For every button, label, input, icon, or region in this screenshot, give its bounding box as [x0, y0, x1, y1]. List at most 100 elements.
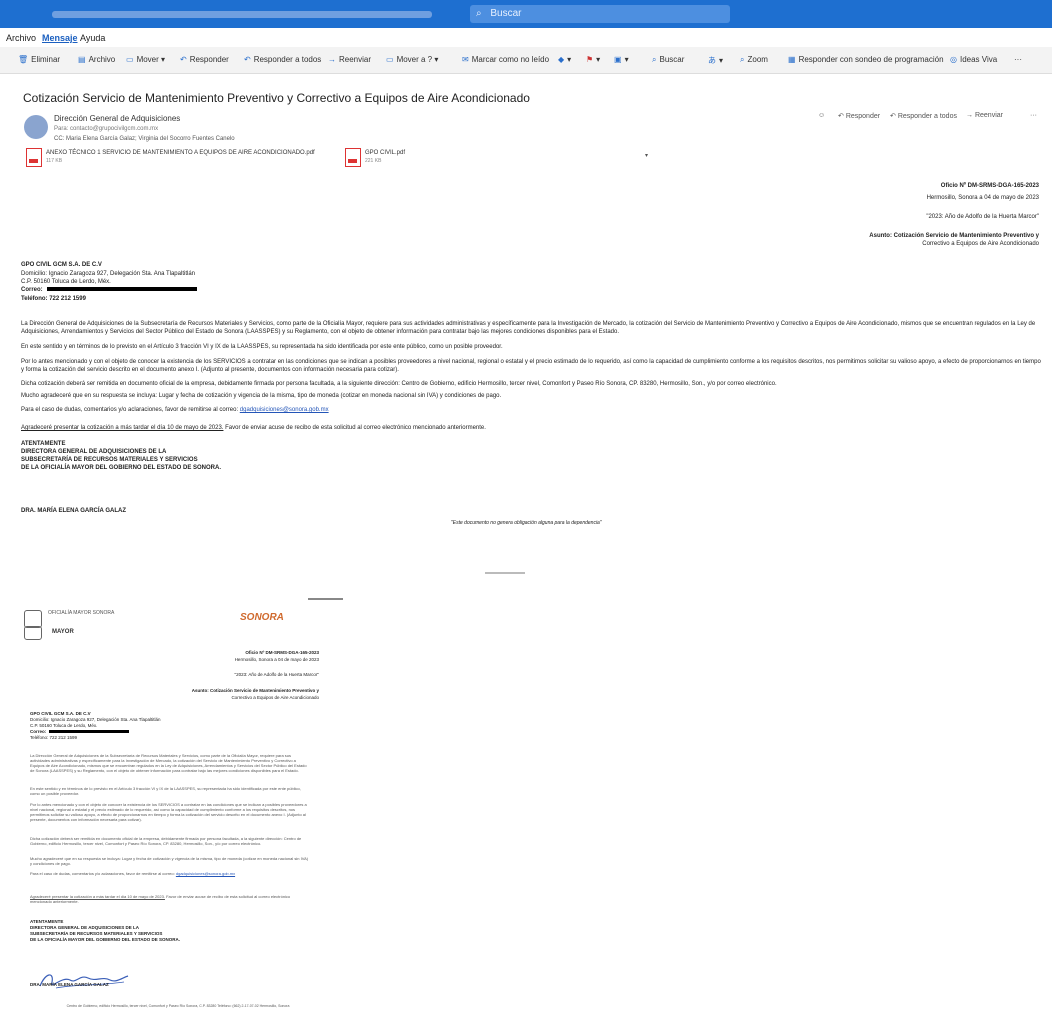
scan-footer-address: Centro de Gobierno, edificio Hermosillo,…: [66, 1004, 290, 1008]
scan-paragraph-2: En este sentido y en términos de lo prev…: [30, 786, 301, 796]
logo-mayor: MAYOR: [52, 629, 74, 635]
reply-all-icon: ↶: [244, 55, 251, 64]
archive-icon: ▤: [78, 55, 86, 64]
horizontal-scrollbar[interactable]: [485, 572, 525, 574]
paragraph-3: Por lo antes mencionado y con el objeto …: [21, 359, 1041, 373]
paragraph-6: Para el caso de dudas, comentarios y/o a…: [21, 407, 329, 413]
mark-unread-button[interactable]: ✉ Marcar como no leído: [462, 55, 549, 64]
attachment-size: 221 KB: [365, 158, 382, 164]
address-line-2: C.P. 50160 Toluca de Lerdo, Méx.: [21, 279, 111, 285]
company-name: GPO CIVIL GCM S.A. DE C.V: [21, 262, 102, 268]
asunto-line-1: Asunto: Cotización Servicio de Mantenimi…: [869, 233, 1039, 239]
forward-icon: →: [328, 55, 336, 64]
emoji-icon[interactable]: ☺: [818, 112, 825, 119]
search-icon: ⌕: [652, 55, 657, 64]
msg-reply-button[interactable]: ↶ Responder: [838, 112, 880, 120]
attachment-name: ANEXO TÉCNICO 1 SERVICIO DE MANTENIMIENT…: [46, 150, 315, 156]
scan-email: Correo:: [30, 729, 130, 734]
policy-button[interactable]: ▣ ▾: [614, 55, 629, 64]
msg-reply-all-button[interactable]: ↶ Responder a todos: [890, 112, 957, 120]
attachment-name: GPO CIVIL.pdf: [365, 150, 406, 156]
translate-button[interactable]: あ ▾: [708, 55, 723, 66]
scan-sign-3: SUBSECRETARÍA DE RECURSOS MATERIALES Y S…: [30, 931, 163, 936]
menu-message[interactable]: Mensaje: [42, 33, 78, 43]
avatar: [24, 115, 48, 139]
search-button[interactable]: ⌕ Buscar: [652, 55, 684, 65]
logo-text: OFICIALÍA MAYOR SONORA: [48, 610, 115, 616]
search-icon: ⌕: [476, 8, 482, 19]
msg-more-icon[interactable]: ···: [1030, 112, 1037, 119]
reply-icon: ↶: [180, 55, 187, 64]
sonora-logo: SONORA: [240, 612, 284, 623]
scan-paragraph-1: La Dirección General de Adquisiciones de…: [30, 753, 307, 773]
paragraph-1: La Dirección General de Adquisiciones de…: [21, 321, 1036, 335]
move-to-button[interactable]: ▭ Mover a ? ▾: [386, 55, 438, 64]
scan-address-1: Domicilio: Ignacio Zaragoza 927, Delegac…: [30, 717, 161, 722]
redacted-block: [49, 730, 130, 734]
redacted-block: [46, 287, 197, 292]
place-date: Hermosillo, Sonora a 04 de mayo de 2023: [926, 195, 1039, 201]
scan-motto: "2023: Año de Adolfo de la Huerta Marcor…: [234, 672, 320, 677]
scan-paragraph-6: Para el caso de dudas, comentarios y/o a…: [30, 871, 236, 876]
categorize-button[interactable]: ◆ ▾: [558, 55, 571, 64]
ideas-button[interactable]: ◎ Ideas Viva: [950, 55, 997, 64]
archive-button[interactable]: ▤ Archivo: [78, 55, 115, 64]
attachment-1[interactable]: ANEXO TÉCNICO 1 SERVICIO DE MANTENIMIENT…: [26, 148, 326, 170]
scan-paragraph-5: Mucho agradeceré que en su respuesta se …: [30, 856, 309, 866]
move-to-icon: ▭: [386, 55, 394, 64]
flag-icon: ⚑: [586, 55, 594, 64]
divider: [308, 598, 343, 600]
scan-paragraph-3: Por lo antes mencionado y con el objeto …: [30, 802, 307, 822]
asunto-line-2: Correctivo a Equipos de Aire Acondiciona…: [922, 241, 1039, 247]
zoom-button[interactable]: ⌕ Zoom: [740, 55, 768, 65]
attachment-2[interactable]: GPO CIVIL.pdf 221 KB ▾: [345, 148, 648, 170]
attachment-size: 117 KB: [46, 158, 63, 164]
scan-address-2: C.P. 50160 Toluca de Lerdo, Méx.: [30, 723, 98, 728]
folder-icon: ▭: [126, 55, 134, 64]
scan-signer: DRA. MARÍA ELENA GARCÍA GALAZ: [30, 982, 109, 987]
email-line: Correo:: [21, 287, 197, 293]
window-title: [52, 11, 432, 18]
msg-forward-button[interactable]: → Reenviar: [966, 112, 1003, 119]
lightbulb-icon: ◎: [950, 55, 957, 64]
move-button[interactable]: ▭ Mover ▾: [126, 55, 165, 64]
paragraph-7: Agradeceré presentar la cotización a más…: [21, 425, 486, 431]
scan-phone: Teléfono: 722 212 1599: [30, 735, 78, 740]
search-box[interactable]: ⌕ Buscar: [470, 5, 730, 23]
paragraph-5: Mucho agradeceré que en su respuesta se …: [21, 393, 502, 399]
oficio-number: Oficio Nº DM-SRMS-DGA-165-2023: [940, 183, 1039, 189]
scan-sign-4: DE LA OFICIALÍA MAYOR DEL GOBIERNO DEL E…: [30, 937, 181, 942]
pdf-icon: [26, 148, 42, 167]
reply-all-button[interactable]: ↶ Responder a todos: [244, 55, 321, 64]
menu-file[interactable]: Archivo: [6, 33, 36, 43]
address-line-1: Domicilio: Ignacio Zaragoza 927, Delegac…: [21, 271, 195, 277]
reply-button[interactable]: ↶ Responder: [180, 55, 229, 64]
trash-icon: 🗑: [18, 55, 29, 64]
contact-email-link[interactable]: dgadquisiciones@sonora.gob.mx: [240, 407, 329, 413]
sign-line-1: ATENTAMENTE: [21, 441, 66, 447]
title-bar: ⌕ Buscar: [0, 0, 1052, 28]
menu-help[interactable]: Ayuda: [80, 33, 105, 43]
handwritten-signature: [39, 974, 129, 989]
scan-paragraph-7: Agradeceré presentar la cotización a más…: [30, 894, 291, 904]
policy-icon: ▣: [614, 55, 622, 64]
recipient-line: Para: contacto@grupocivilgcm.com.mx: [54, 126, 159, 132]
more-icon[interactable]: ···: [1014, 55, 1022, 64]
toolbar-ribbon: 🗑 Eliminar ▤ Archivo ▭ Mover ▾ ↶ Responder ↶…: [0, 47, 1052, 74]
scan-date: Hermosillo, Sonora a 04 de mayo de 2023: [234, 657, 319, 662]
scan-paragraph-4: Dicha cotización deberá ser remitida en …: [30, 836, 302, 846]
year-motto: "2023: Año de Adolfo de la Huerta Marcor…: [926, 214, 1039, 220]
disclaimer: "Este documento no genera obligación alg…: [451, 520, 602, 526]
sender-name[interactable]: Dirección General de Adquisiciones: [54, 114, 180, 123]
zoom-icon: ⌕: [740, 55, 745, 64]
translate-icon: あ: [708, 56, 716, 65]
chevron-down-icon[interactable]: ▾: [645, 152, 648, 159]
phone-line: Teléfono: 722 212 1599: [21, 296, 86, 302]
cc-line: CC: Maria Elena García Galaz; Virginia d…: [54, 136, 235, 142]
reply-meeting-button[interactable]: ▦ Responder con sondeo de programación: [788, 55, 944, 64]
flag-button[interactable]: ⚑ ▾: [586, 55, 600, 64]
calendar-icon: ▦: [788, 55, 796, 64]
delete-button[interactable]: 🗑 Eliminar: [18, 55, 60, 64]
forward-button[interactable]: → Reenviar: [328, 55, 371, 64]
signer-name: DRA. MARÍA ELENA GARCÍA GALAZ: [21, 508, 126, 514]
